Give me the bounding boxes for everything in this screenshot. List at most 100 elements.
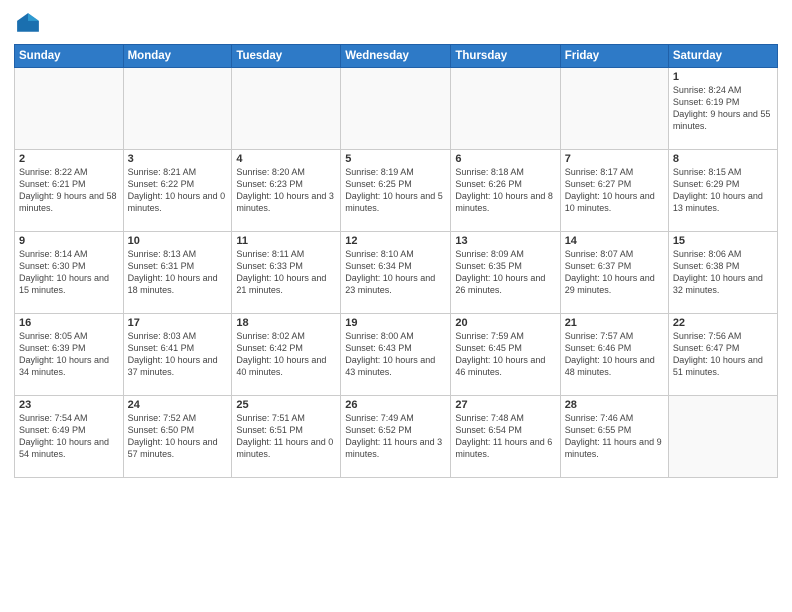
day-number: 12 [345, 235, 446, 247]
week-row-1: 2Sunrise: 8:22 AM Sunset: 6:21 PM Daylig… [15, 150, 778, 232]
day-number: 22 [673, 317, 773, 329]
calendar-cell: 13Sunrise: 8:09 AM Sunset: 6:35 PM Dayli… [451, 232, 560, 314]
day-info: Sunrise: 8:09 AM Sunset: 6:35 PM Dayligh… [455, 248, 555, 297]
day-info: Sunrise: 8:07 AM Sunset: 6:37 PM Dayligh… [565, 248, 664, 297]
calendar-cell: 11Sunrise: 8:11 AM Sunset: 6:33 PM Dayli… [232, 232, 341, 314]
day-info: Sunrise: 7:59 AM Sunset: 6:45 PM Dayligh… [455, 330, 555, 379]
day-info: Sunrise: 8:10 AM Sunset: 6:34 PM Dayligh… [345, 248, 446, 297]
week-row-2: 9Sunrise: 8:14 AM Sunset: 6:30 PM Daylig… [15, 232, 778, 314]
weekday-header-monday: Monday [123, 45, 232, 68]
calendar-cell: 23Sunrise: 7:54 AM Sunset: 6:49 PM Dayli… [15, 396, 124, 478]
weekday-header-friday: Friday [560, 45, 668, 68]
day-number: 27 [455, 399, 555, 411]
day-number: 21 [565, 317, 664, 329]
logo-icon [14, 10, 42, 38]
day-info: Sunrise: 8:21 AM Sunset: 6:22 PM Dayligh… [128, 166, 228, 215]
day-info: Sunrise: 7:46 AM Sunset: 6:55 PM Dayligh… [565, 412, 664, 461]
day-info: Sunrise: 8:24 AM Sunset: 6:19 PM Dayligh… [673, 84, 773, 133]
calendar-cell: 25Sunrise: 7:51 AM Sunset: 6:51 PM Dayli… [232, 396, 341, 478]
week-row-0: 1Sunrise: 8:24 AM Sunset: 6:19 PM Daylig… [15, 68, 778, 150]
calendar-cell: 27Sunrise: 7:48 AM Sunset: 6:54 PM Dayli… [451, 396, 560, 478]
day-info: Sunrise: 7:48 AM Sunset: 6:54 PM Dayligh… [455, 412, 555, 461]
day-info: Sunrise: 8:06 AM Sunset: 6:38 PM Dayligh… [673, 248, 773, 297]
day-info: Sunrise: 7:56 AM Sunset: 6:47 PM Dayligh… [673, 330, 773, 379]
calendar-cell: 2Sunrise: 8:22 AM Sunset: 6:21 PM Daylig… [15, 150, 124, 232]
calendar-cell: 4Sunrise: 8:20 AM Sunset: 6:23 PM Daylig… [232, 150, 341, 232]
day-number: 26 [345, 399, 446, 411]
calendar-cell [341, 68, 451, 150]
weekday-header-saturday: Saturday [668, 45, 777, 68]
calendar-cell: 24Sunrise: 7:52 AM Sunset: 6:50 PM Dayli… [123, 396, 232, 478]
day-number: 20 [455, 317, 555, 329]
day-info: Sunrise: 8:13 AM Sunset: 6:31 PM Dayligh… [128, 248, 228, 297]
calendar-cell: 26Sunrise: 7:49 AM Sunset: 6:52 PM Dayli… [341, 396, 451, 478]
calendar-cell [668, 396, 777, 478]
day-info: Sunrise: 7:54 AM Sunset: 6:49 PM Dayligh… [19, 412, 119, 461]
day-info: Sunrise: 7:52 AM Sunset: 6:50 PM Dayligh… [128, 412, 228, 461]
day-info: Sunrise: 7:49 AM Sunset: 6:52 PM Dayligh… [345, 412, 446, 461]
day-number: 3 [128, 153, 228, 165]
logo [14, 10, 46, 38]
weekday-header-row: SundayMondayTuesdayWednesdayThursdayFrid… [15, 45, 778, 68]
calendar-cell [123, 68, 232, 150]
header [14, 10, 778, 38]
day-number: 28 [565, 399, 664, 411]
calendar-cell: 17Sunrise: 8:03 AM Sunset: 6:41 PM Dayli… [123, 314, 232, 396]
calendar-cell [451, 68, 560, 150]
day-number: 18 [236, 317, 336, 329]
day-number: 9 [19, 235, 119, 247]
day-number: 23 [19, 399, 119, 411]
day-info: Sunrise: 8:17 AM Sunset: 6:27 PM Dayligh… [565, 166, 664, 215]
calendar: SundayMondayTuesdayWednesdayThursdayFrid… [14, 44, 778, 478]
page: SundayMondayTuesdayWednesdayThursdayFrid… [0, 0, 792, 612]
day-number: 13 [455, 235, 555, 247]
day-info: Sunrise: 8:14 AM Sunset: 6:30 PM Dayligh… [19, 248, 119, 297]
day-number: 6 [455, 153, 555, 165]
day-number: 25 [236, 399, 336, 411]
calendar-cell: 15Sunrise: 8:06 AM Sunset: 6:38 PM Dayli… [668, 232, 777, 314]
day-number: 5 [345, 153, 446, 165]
calendar-cell: 3Sunrise: 8:21 AM Sunset: 6:22 PM Daylig… [123, 150, 232, 232]
calendar-cell: 28Sunrise: 7:46 AM Sunset: 6:55 PM Dayli… [560, 396, 668, 478]
day-number: 8 [673, 153, 773, 165]
calendar-cell: 9Sunrise: 8:14 AM Sunset: 6:30 PM Daylig… [15, 232, 124, 314]
calendar-cell: 5Sunrise: 8:19 AM Sunset: 6:25 PM Daylig… [341, 150, 451, 232]
calendar-cell: 1Sunrise: 8:24 AM Sunset: 6:19 PM Daylig… [668, 68, 777, 150]
calendar-cell: 21Sunrise: 7:57 AM Sunset: 6:46 PM Dayli… [560, 314, 668, 396]
weekday-header-sunday: Sunday [15, 45, 124, 68]
day-info: Sunrise: 8:02 AM Sunset: 6:42 PM Dayligh… [236, 330, 336, 379]
calendar-cell: 8Sunrise: 8:15 AM Sunset: 6:29 PM Daylig… [668, 150, 777, 232]
calendar-cell: 12Sunrise: 8:10 AM Sunset: 6:34 PM Dayli… [341, 232, 451, 314]
day-number: 2 [19, 153, 119, 165]
day-number: 4 [236, 153, 336, 165]
weekday-header-tuesday: Tuesday [232, 45, 341, 68]
calendar-cell: 7Sunrise: 8:17 AM Sunset: 6:27 PM Daylig… [560, 150, 668, 232]
day-info: Sunrise: 8:20 AM Sunset: 6:23 PM Dayligh… [236, 166, 336, 215]
week-row-4: 23Sunrise: 7:54 AM Sunset: 6:49 PM Dayli… [15, 396, 778, 478]
day-number: 15 [673, 235, 773, 247]
day-number: 17 [128, 317, 228, 329]
day-info: Sunrise: 7:57 AM Sunset: 6:46 PM Dayligh… [565, 330, 664, 379]
calendar-cell: 6Sunrise: 8:18 AM Sunset: 6:26 PM Daylig… [451, 150, 560, 232]
calendar-cell: 16Sunrise: 8:05 AM Sunset: 6:39 PM Dayli… [15, 314, 124, 396]
calendar-cell [232, 68, 341, 150]
day-info: Sunrise: 8:15 AM Sunset: 6:29 PM Dayligh… [673, 166, 773, 215]
day-number: 1 [673, 71, 773, 83]
calendar-cell: 20Sunrise: 7:59 AM Sunset: 6:45 PM Dayli… [451, 314, 560, 396]
day-info: Sunrise: 8:18 AM Sunset: 6:26 PM Dayligh… [455, 166, 555, 215]
day-info: Sunrise: 8:22 AM Sunset: 6:21 PM Dayligh… [19, 166, 119, 215]
day-number: 10 [128, 235, 228, 247]
calendar-cell: 19Sunrise: 8:00 AM Sunset: 6:43 PM Dayli… [341, 314, 451, 396]
day-number: 7 [565, 153, 664, 165]
calendar-cell: 14Sunrise: 8:07 AM Sunset: 6:37 PM Dayli… [560, 232, 668, 314]
day-info: Sunrise: 8:00 AM Sunset: 6:43 PM Dayligh… [345, 330, 446, 379]
day-info: Sunrise: 8:19 AM Sunset: 6:25 PM Dayligh… [345, 166, 446, 215]
day-number: 24 [128, 399, 228, 411]
calendar-cell [560, 68, 668, 150]
day-info: Sunrise: 8:11 AM Sunset: 6:33 PM Dayligh… [236, 248, 336, 297]
calendar-cell: 10Sunrise: 8:13 AM Sunset: 6:31 PM Dayli… [123, 232, 232, 314]
calendar-cell: 22Sunrise: 7:56 AM Sunset: 6:47 PM Dayli… [668, 314, 777, 396]
day-number: 19 [345, 317, 446, 329]
day-info: Sunrise: 8:05 AM Sunset: 6:39 PM Dayligh… [19, 330, 119, 379]
weekday-header-wednesday: Wednesday [341, 45, 451, 68]
